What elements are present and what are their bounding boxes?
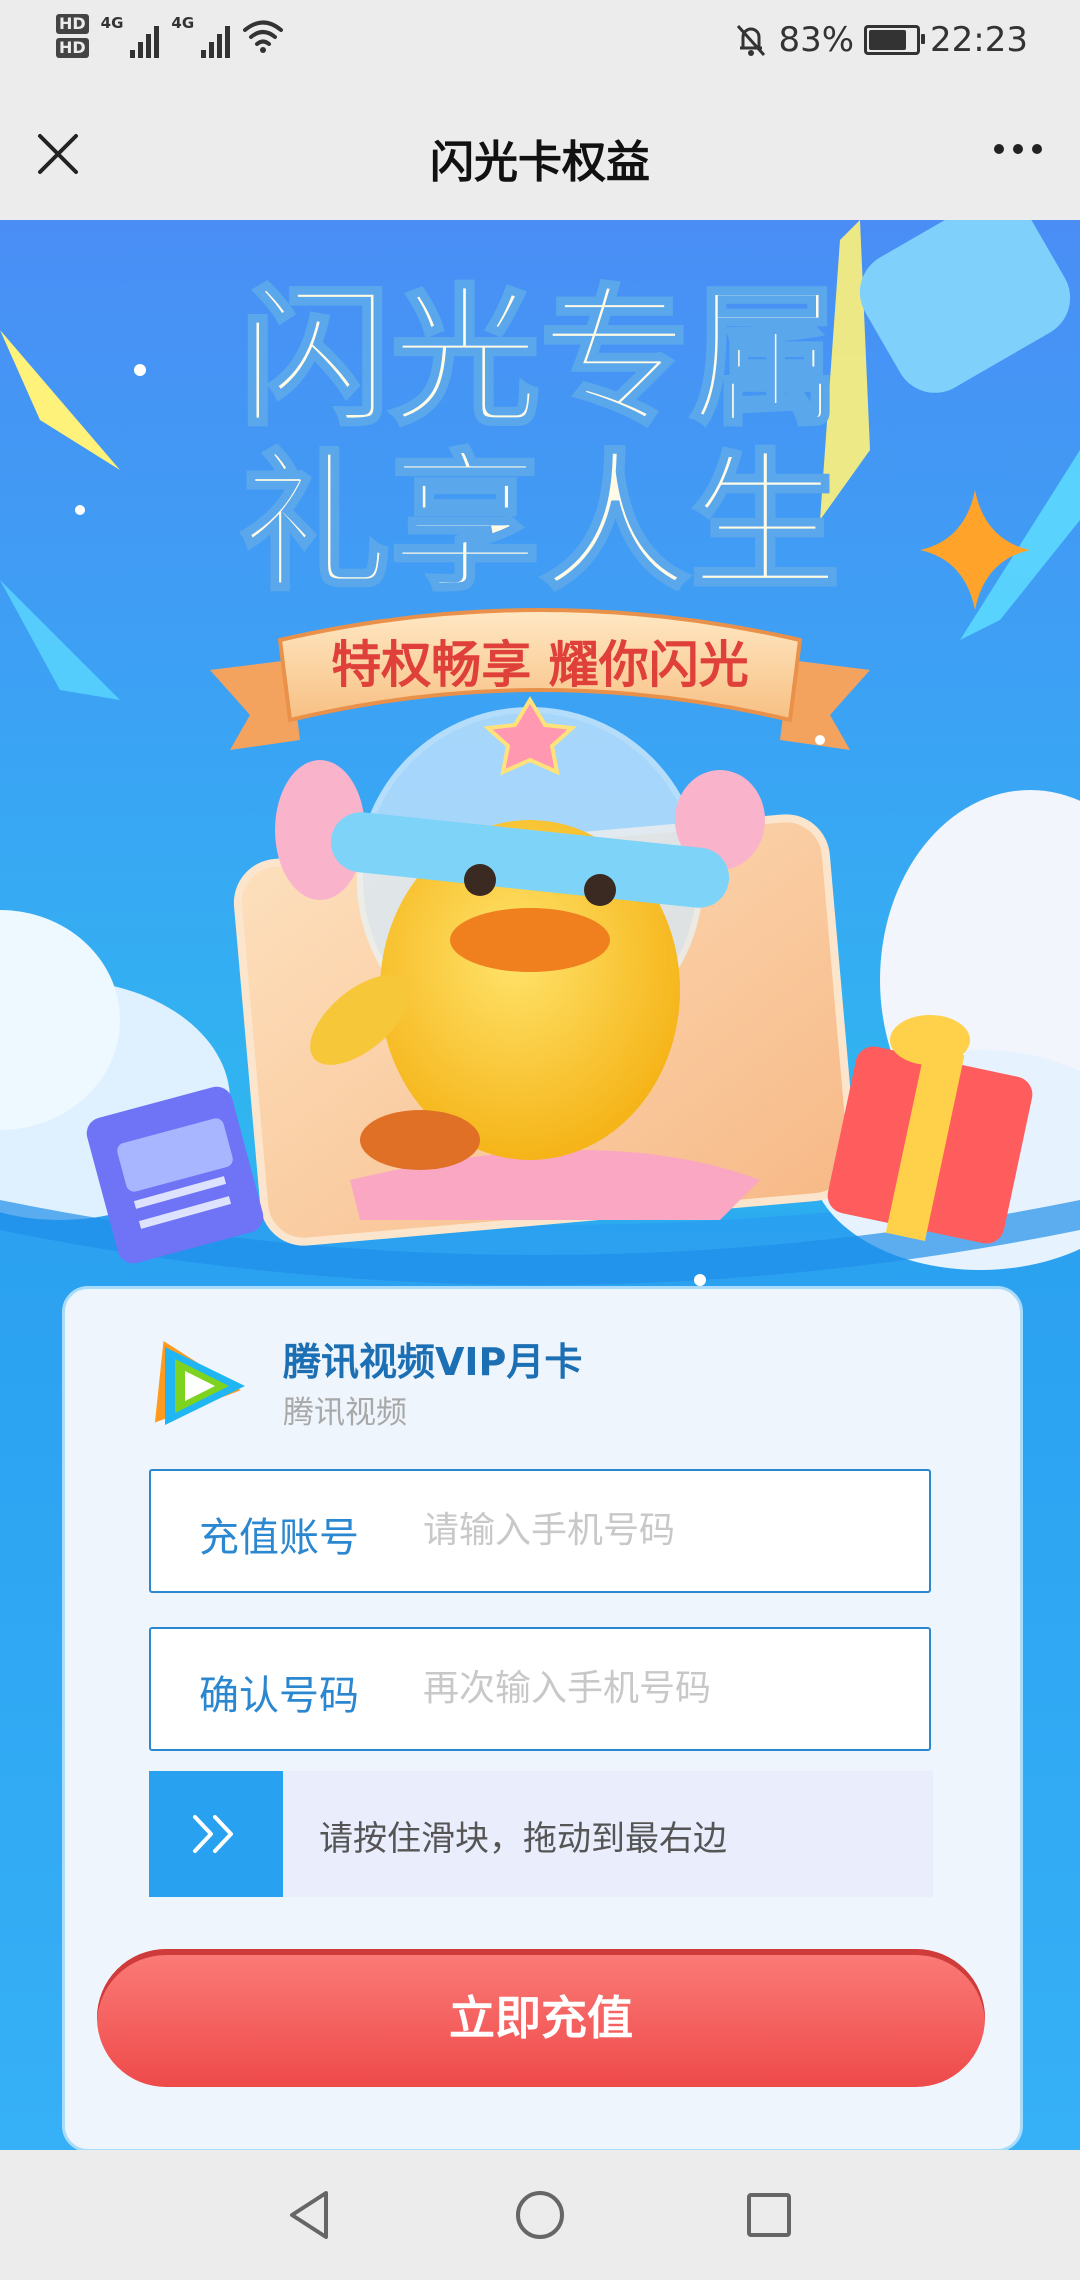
- tencent-video-logo-icon: [154, 1340, 245, 1425]
- signal-icon-1: 4G: [101, 14, 160, 58]
- hd-indicators: HD HD: [56, 14, 89, 58]
- home-icon[interactable]: [514, 2188, 566, 2242]
- confirm-label: 确认号码: [199, 1673, 359, 1719]
- slider-handle[interactable]: [149, 1771, 283, 1897]
- more-icon[interactable]: [994, 144, 1042, 154]
- promo-banner: 闪光专属 礼享人生 特权畅享 耀你闪光 腾讯视频VIP月卡 腾讯视频 充值账号 …: [0, 220, 1080, 2150]
- headline-line1: 闪光专属: [240, 272, 840, 446]
- account-label: 充值账号: [199, 1515, 359, 1561]
- recents-icon[interactable]: [744, 2188, 794, 2242]
- clock: 22:23: [930, 20, 1028, 60]
- system-nav-bar: [0, 2150, 1080, 2280]
- headline-line2: 礼享人生: [240, 437, 840, 611]
- wifi-icon: [243, 20, 284, 53]
- signal-icon-2: 4G: [171, 14, 231, 58]
- battery-icon: [864, 25, 926, 55]
- status-right: 83% 22:23: [734, 20, 1028, 60]
- status-left: HD HD 4G 4G: [56, 14, 284, 58]
- slider-hint: 请按住滑块，拖动到最右边: [319, 1819, 727, 1859]
- account-field[interactable]: 充值账号: [149, 1469, 931, 1593]
- double-chevron-right-icon: [193, 1815, 233, 1853]
- recharge-button[interactable]: 立即充值: [97, 1949, 985, 2087]
- confirm-input[interactable]: [423, 1653, 893, 1723]
- status-bar: HD HD 4G 4G 83% 22:23: [0, 0, 1080, 92]
- account-input[interactable]: [423, 1495, 893, 1565]
- ribbon-text: 特权畅享 耀你闪光: [331, 636, 748, 694]
- page-title: 闪光卡权益: [430, 137, 650, 188]
- slide-verify-track[interactable]: 请按住滑块，拖动到最右边: [149, 1771, 933, 1897]
- product-title: 腾讯视频VIP月卡: [283, 1340, 583, 1384]
- hd-badge-2: HD: [56, 38, 89, 58]
- nav-bar: 闪光卡权益: [0, 92, 1080, 220]
- back-icon[interactable]: [284, 2188, 334, 2242]
- network-type-1: 4G: [100, 14, 124, 32]
- battery-percent: 83%: [778, 20, 855, 60]
- product-subtitle: 腾讯视频: [283, 1395, 407, 1431]
- confirm-field[interactable]: 确认号码: [149, 1627, 931, 1751]
- bell-mute-icon: [737, 24, 766, 57]
- network-type-2: 4G: [171, 14, 195, 32]
- hd-badge-1: HD: [56, 14, 89, 34]
- recharge-card: 腾讯视频VIP月卡 腾讯视频 充值账号 确认号码 请按住滑块，拖动到最右边 立即…: [62, 1286, 1023, 2150]
